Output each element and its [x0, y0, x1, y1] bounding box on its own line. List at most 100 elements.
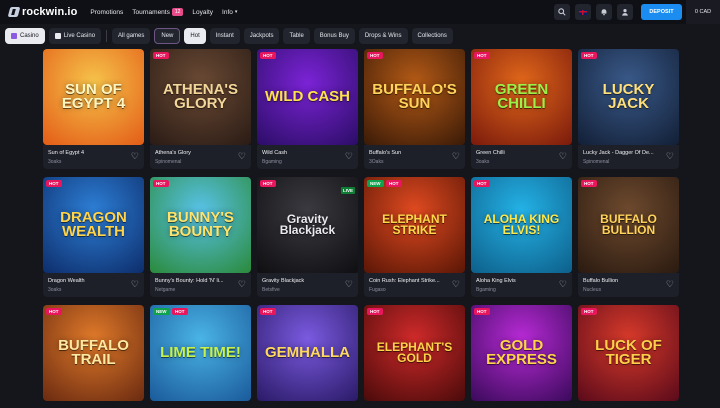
game-thumbnail[interactable]: ATHENA'S GLORY HOT: [150, 49, 251, 145]
language-button[interactable]: [575, 4, 591, 20]
game-name[interactable]: Buffalo Bullion: [583, 278, 663, 284]
game-thumbnail[interactable]: BUFFALO TRAIL HOT: [43, 305, 144, 401]
heart-icon[interactable]: ♡: [452, 279, 460, 290]
game-name[interactable]: Coin Rush: Elephant Strike...: [369, 278, 449, 284]
game-card[interactable]: ELEPHANT'S GOLD HOT: [364, 305, 465, 401]
game-thumbnail[interactable]: ELEPHANT STRIKE NEW HOT: [364, 177, 465, 273]
hot-badge: HOT: [260, 52, 276, 59]
game-info: Sun of Egypt 4 3oaks ♡: [43, 145, 144, 169]
heart-icon[interactable]: ♡: [345, 151, 353, 162]
game-name[interactable]: Gravity Blackjack: [262, 278, 342, 284]
game-card[interactable]: GREEN CHILLI HOT Green Chilli 3oaks ♡: [471, 49, 572, 169]
heart-icon[interactable]: ♡: [131, 279, 139, 290]
game-card[interactable]: ALOHA KING ELVIS! HOT Aloha King Elvis Bgam…: [471, 177, 572, 297]
filter-all-games[interactable]: All games: [112, 28, 151, 44]
game-thumbnail[interactable]: DRAGON WEALTH HOT: [43, 177, 144, 273]
game-card[interactable]: Gravity Blackjack HOT LIVE Gravity Blackjac…: [257, 177, 358, 297]
game-thumbnail[interactable]: GREEN CHILLI HOT: [471, 49, 572, 145]
filter-hot[interactable]: Hot: [184, 28, 206, 44]
tab-live-casino[interactable]: Live Casino: [48, 28, 102, 44]
heart-icon[interactable]: ♡: [238, 151, 246, 162]
filter-table[interactable]: Table: [283, 28, 310, 44]
game-card[interactable]: ELEPHANT STRIKE NEW HOT Coin Rush: Elephant…: [364, 177, 465, 297]
heart-icon[interactable]: ♡: [131, 151, 139, 162]
game-thumbnail[interactable]: WILD CASH HOT: [257, 49, 358, 145]
chevron-down-icon: ▾: [234, 9, 238, 15]
game-card[interactable]: WILD CASH HOT Wild Cash Bgaming ♡: [257, 49, 358, 169]
game-name[interactable]: Wild Cash: [262, 150, 342, 156]
game-info: Bunny's Bounty: Hold 'N' li... Netgame ♡: [150, 273, 251, 297]
game-thumbnail[interactable]: SUN OF EGYPT 4: [43, 49, 144, 145]
game-card[interactable]: DRAGON WEALTH HOT Dragon Wealth 3oaks ♡: [43, 177, 144, 297]
game-card[interactable]: ATHENA'S GLORY HOT Athena's Glory Spinomena…: [150, 49, 251, 169]
site-logo[interactable]: rockwin.io: [7, 6, 77, 18]
game-thumbnail[interactable]: LUCK OF TIGER HOT: [578, 305, 679, 401]
game-provider: 3oaks: [476, 159, 490, 165]
game-card[interactable]: GOLD EXPRESS HOT: [471, 305, 572, 401]
profile-button[interactable]: [617, 4, 633, 20]
game-art-title: LUCKY JACK: [602, 80, 655, 112]
nav-loyalty[interactable]: Loyalty: [192, 9, 213, 16]
heart-icon[interactable]: ♡: [345, 279, 353, 290]
game-thumbnail[interactable]: LIME TIME! NEW HOT: [150, 305, 251, 401]
game-art-title: GOLD EXPRESS: [486, 336, 557, 368]
game-card[interactable]: SUN OF EGYPT 4 Sun of Egypt 4 3oaks ♡: [43, 49, 144, 169]
game-thumbnail[interactable]: BUFFALO BULLION HOT: [578, 177, 679, 273]
game-name[interactable]: Green Chilli: [476, 150, 556, 156]
game-card[interactable]: LUCKY JACK HOT Lucky Jack - Dagger Of De..…: [578, 49, 679, 169]
filter-new[interactable]: New: [154, 28, 181, 44]
heart-icon[interactable]: ♡: [452, 151, 460, 162]
game-art-title: ELEPHANT STRIKE: [382, 211, 447, 237]
filter-instant[interactable]: Instant: [209, 28, 240, 44]
game-thumbnail[interactable]: ELEPHANT'S GOLD HOT: [364, 305, 465, 401]
uk-flag-icon: [579, 9, 587, 15]
game-art-title: LIME TIME!: [160, 343, 241, 361]
game-thumbnail[interactable]: GEMHALLA HOT: [257, 305, 358, 401]
game-thumbnail[interactable]: ALOHA KING ELVIS! HOT: [471, 177, 572, 273]
search-button[interactable]: [554, 4, 570, 20]
game-name[interactable]: Bunny's Bounty: Hold 'N' li...: [155, 278, 235, 284]
game-provider: Nucleus: [583, 287, 602, 293]
game-thumbnail[interactable]: BUFFALO'S SUN HOT: [364, 49, 465, 145]
tab-casino[interactable]: Casino: [5, 28, 45, 44]
game-thumbnail[interactable]: LUCKY JACK HOT: [578, 49, 679, 145]
filter-jackpots[interactable]: Jackpots: [243, 28, 280, 44]
game-name[interactable]: Buffalo's Sun: [369, 150, 449, 156]
game-card[interactable]: LIME TIME! NEW HOT: [150, 305, 251, 401]
deposit-button[interactable]: DEPOSIT: [641, 4, 682, 20]
nav-tournaments[interactable]: Tournaments 12: [132, 8, 184, 16]
game-name[interactable]: Dragon Wealth: [48, 278, 128, 284]
game-info: Wild Cash Bgaming ♡: [257, 145, 358, 169]
game-thumbnail[interactable]: GOLD EXPRESS HOT: [471, 305, 572, 401]
game-name[interactable]: Sun of Egypt 4: [48, 150, 128, 156]
nav-promotions[interactable]: Promotions: [90, 9, 123, 16]
game-name[interactable]: Aloha King Elvis: [476, 278, 556, 284]
heart-icon[interactable]: ♡: [666, 151, 674, 162]
game-name[interactable]: Lucky Jack - Dagger Of De...: [583, 150, 663, 156]
nav-info[interactable]: Info ▾: [222, 9, 237, 16]
game-provider: Bgaming: [262, 159, 282, 165]
filter-collections[interactable]: Collections: [411, 28, 453, 44]
game-thumbnail[interactable]: BUNNY'S BOUNTY HOT: [150, 177, 251, 273]
game-card[interactable]: LUCK OF TIGER HOT: [578, 305, 679, 401]
notifications-button[interactable]: [596, 4, 612, 20]
game-card[interactable]: BUFFALO TRAIL HOT: [43, 305, 144, 401]
heart-icon[interactable]: ♡: [559, 279, 567, 290]
filter-drops-wins[interactable]: Drops & Wins: [358, 28, 408, 44]
game-provider: Bgaming: [476, 287, 496, 293]
game-name[interactable]: Athena's Glory: [155, 150, 235, 156]
casino-icon: [11, 33, 17, 39]
game-card[interactable]: BUNNY'S BOUNTY HOT Bunny's Bounty: Hold 'N…: [150, 177, 251, 297]
game-card[interactable]: BUFFALO BULLION HOT Buffalo Bullion Nucleus…: [578, 177, 679, 297]
game-thumbnail[interactable]: Gravity Blackjack HOT LIVE: [257, 177, 358, 273]
filter-bonus-buy[interactable]: Bonus Buy: [313, 28, 355, 44]
heart-icon[interactable]: ♡: [559, 151, 567, 162]
balance-display[interactable]: 0 CAD: [686, 0, 720, 24]
game-art-title: GREEN CHILLI: [494, 80, 549, 112]
game-card[interactable]: BUFFALO'S SUN HOT Buffalo's Sun 3Oaks ♡: [364, 49, 465, 169]
heart-icon[interactable]: ♡: [666, 279, 674, 290]
top-bar: rockwin.io Promotions Tournaments 12 Loy…: [0, 0, 720, 24]
game-info: Lucky Jack - Dagger Of De... Spinomenal ♡: [578, 145, 679, 169]
heart-icon[interactable]: ♡: [238, 279, 246, 290]
game-card[interactable]: GEMHALLA HOT: [257, 305, 358, 401]
